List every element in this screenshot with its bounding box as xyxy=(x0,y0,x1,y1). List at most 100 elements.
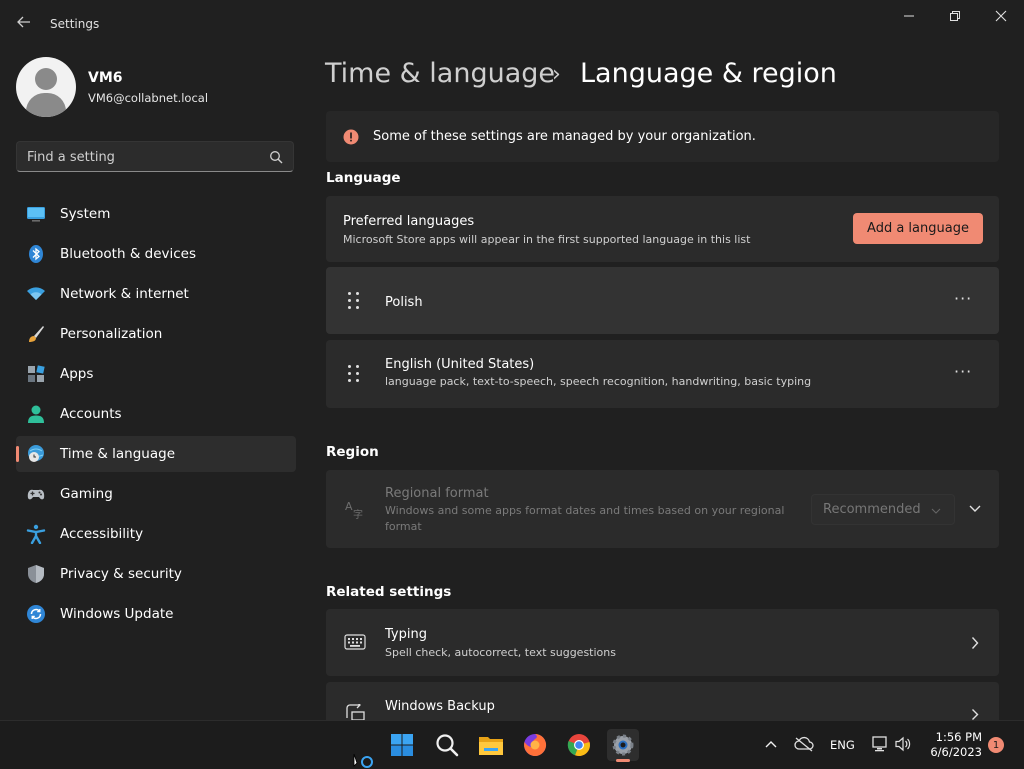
sidebar-item-label: System xyxy=(60,206,111,222)
input-language-indicator[interactable]: ENG xyxy=(830,738,855,752)
related-item-desc: Spell check, autocorrect, text suggestio… xyxy=(385,646,616,659)
search-input[interactable]: Find a setting xyxy=(27,150,115,165)
sidebar-item-windows-update[interactable]: Windows Update xyxy=(16,596,296,632)
taskbar: ENG 1:56 PM 6/6/2023 1 xyxy=(0,720,1024,769)
network-wired-icon[interactable] xyxy=(871,736,889,752)
language-name: Polish xyxy=(385,295,423,310)
sidebar-item-accessibility[interactable]: Accessibility xyxy=(16,516,296,552)
minimize-icon xyxy=(904,15,914,17)
sidebar-item-label: Accessibility xyxy=(60,526,144,542)
sidebar-item-accounts[interactable]: Accounts xyxy=(16,396,296,432)
tray-overflow-chevron-icon[interactable] xyxy=(764,739,778,749)
svg-text:字: 字 xyxy=(353,508,363,520)
close-button[interactable] xyxy=(978,0,1024,32)
region-heading: Region xyxy=(326,444,379,460)
managed-banner: Some of these settings are managed by yo… xyxy=(326,111,999,162)
chevron-right-icon xyxy=(971,637,979,649)
sidebar-item-label: Gaming xyxy=(60,486,113,502)
sidebar-item-system[interactable]: System xyxy=(16,196,296,232)
sidebar-item-label: Privacy & security xyxy=(60,566,182,582)
clock-date: 6/6/2023 xyxy=(930,745,982,759)
regional-format-card: A 字 Regional format Windows and some app… xyxy=(326,470,999,548)
globe-clock-icon xyxy=(28,445,44,462)
sidebar-item-label: Network & internet xyxy=(60,286,189,302)
sidebar-item-personalization[interactable]: Personalization xyxy=(16,316,296,352)
shield-icon xyxy=(28,565,44,583)
language-item-english[interactable]: English (United States) language pack, t… xyxy=(326,340,999,408)
drag-handle-icon[interactable] xyxy=(348,365,360,383)
windows-start-icon[interactable] xyxy=(386,729,418,761)
profile-email: VM6@collabnet.local xyxy=(88,91,209,105)
chevron-down-icon xyxy=(931,508,941,514)
close-icon xyxy=(995,10,1007,22)
monitor-icon xyxy=(27,207,45,222)
wifi-icon xyxy=(27,287,45,300)
regional-format-title: Regional format xyxy=(385,486,489,501)
drag-handle-icon[interactable] xyxy=(348,292,360,310)
more-options-icon[interactable]: ··· xyxy=(954,289,972,308)
minimize-button[interactable] xyxy=(886,0,932,32)
app-title: Settings xyxy=(50,17,100,31)
search-icon[interactable] xyxy=(431,729,463,761)
page-title: Language & region xyxy=(580,58,837,89)
bluetooth-icon xyxy=(29,245,43,263)
settings-gear-icon[interactable] xyxy=(607,729,639,762)
file-explorer-icon[interactable] xyxy=(475,729,507,761)
breadcrumb-parent[interactable]: Time & language xyxy=(325,58,555,89)
regional-format-desc-cont: format xyxy=(385,520,422,533)
back-arrow-icon[interactable] xyxy=(12,10,36,34)
sidebar-item-label: Apps xyxy=(60,366,94,382)
preferred-languages-desc: Microsoft Store apps will appear in the … xyxy=(343,233,751,246)
busy-cursor-icon xyxy=(353,753,373,768)
sidebar-item-privacy[interactable]: Privacy & security xyxy=(16,556,296,592)
sidebar-item-apps[interactable]: Apps xyxy=(16,356,296,392)
dropdown-value: Recommended xyxy=(823,502,921,517)
restore-icon xyxy=(950,11,960,21)
accessibility-icon xyxy=(26,524,46,544)
restore-button[interactable] xyxy=(932,0,978,32)
firefox-icon[interactable] xyxy=(519,729,551,761)
breadcrumb-chevron-icon: › xyxy=(552,62,561,87)
sidebar-item-gaming[interactable]: Gaming xyxy=(16,476,296,512)
keyboard-icon xyxy=(344,634,366,650)
sidebar-item-bluetooth[interactable]: Bluetooth & devices xyxy=(16,236,296,272)
search-icon xyxy=(270,151,283,164)
active-indicator xyxy=(16,446,19,462)
update-icon xyxy=(27,605,45,623)
backup-icon xyxy=(346,704,365,720)
related-item-windows-backup[interactable]: Windows Backup xyxy=(326,682,999,720)
sidebar-item-time-language[interactable]: Time & language xyxy=(16,436,296,472)
clock-time: 1:56 PM xyxy=(935,730,982,744)
managed-banner-text: Some of these settings are managed by yo… xyxy=(373,129,756,144)
system-clock[interactable]: 1:56 PM 6/6/2023 xyxy=(918,730,982,760)
svg-text:A: A xyxy=(345,500,353,513)
preferred-languages-card: Preferred languages Microsoft Store apps… xyxy=(326,196,999,262)
related-item-title: Typing xyxy=(385,627,427,642)
related-item-title: Windows Backup xyxy=(385,699,495,714)
avatar[interactable] xyxy=(16,57,76,117)
active-app-indicator xyxy=(616,759,630,762)
sidebar-item-label: Windows Update xyxy=(60,606,174,622)
regional-format-dropdown[interactable]: Recommended xyxy=(811,494,955,525)
chrome-icon[interactable] xyxy=(563,729,595,761)
gamepad-icon xyxy=(27,489,45,500)
notification-badge[interactable]: 1 xyxy=(988,737,1004,753)
chevron-right-icon xyxy=(972,709,979,720)
sidebar-item-label: Time & language xyxy=(60,446,176,462)
sidebar-item-label: Personalization xyxy=(60,326,163,342)
preferred-languages-title: Preferred languages xyxy=(343,214,475,229)
volume-icon[interactable] xyxy=(894,736,912,752)
search-box[interactable]: Find a setting xyxy=(16,141,294,172)
regional-format-desc: Windows and some apps format dates and t… xyxy=(385,504,785,517)
add-language-button[interactable]: Add a language xyxy=(853,213,983,244)
language-item-polish[interactable]: Polish ··· xyxy=(326,267,999,334)
related-item-typing[interactable]: Typing Spell check, autocorrect, text su… xyxy=(326,609,999,676)
expand-chevron-icon[interactable] xyxy=(968,504,982,514)
person-icon xyxy=(28,405,44,423)
more-options-icon[interactable]: ··· xyxy=(954,362,972,381)
sidebar-item-network[interactable]: Network & internet xyxy=(16,276,296,312)
cloud-offline-icon[interactable] xyxy=(794,736,814,752)
related-settings-heading: Related settings xyxy=(326,584,452,600)
language-heading: Language xyxy=(326,170,401,186)
brush-icon xyxy=(29,326,44,342)
